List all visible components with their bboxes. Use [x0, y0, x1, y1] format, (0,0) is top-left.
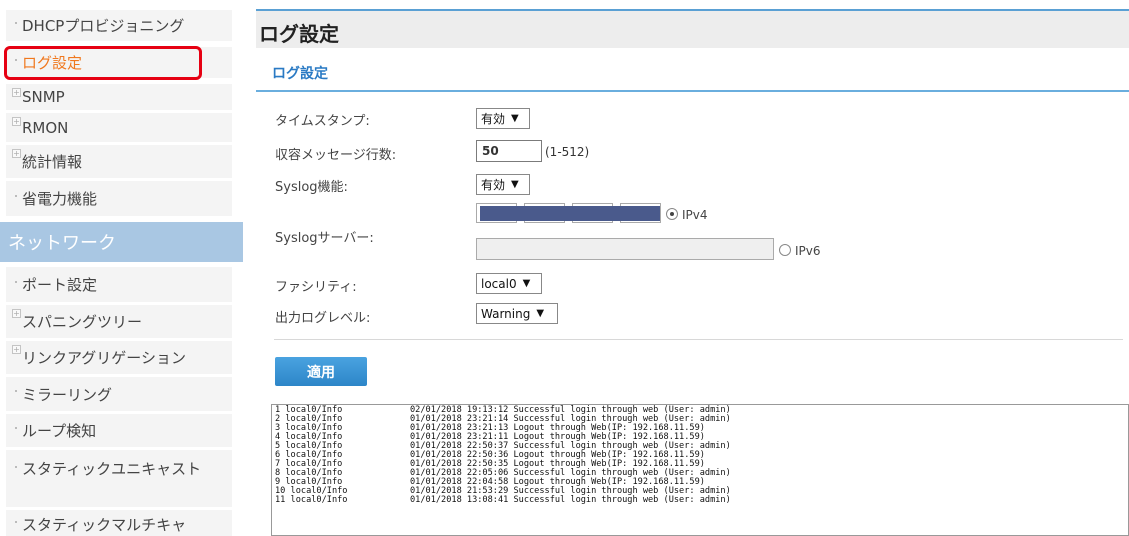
sidebar-section-network[interactable]: ネットワーク [0, 222, 243, 262]
sidebar-item-power-saving[interactable]: 省電力機能 [6, 181, 232, 217]
max-messages-input[interactable]: 50 [476, 140, 542, 162]
sidebar-item-label: SNMP [22, 88, 65, 106]
page-title-bar [256, 11, 1129, 48]
form-divider [274, 339, 1123, 340]
redacted-ip-address [480, 206, 660, 221]
syslog-select-value: 有効 [481, 178, 506, 192]
bullet-icon [15, 280, 17, 283]
log-level-select-value: Warning [481, 306, 531, 321]
sidebar-item-label: ミラーリング [22, 385, 113, 404]
sidebar-item-link-aggregation[interactable]: + リンクアグリゲーション [6, 341, 232, 375]
ipv6-input[interactable] [476, 238, 774, 260]
sidebar-item-label: 統計情報 [22, 153, 83, 171]
facility-label: ファシリティ: [275, 280, 357, 295]
sidebar-item-port-settings[interactable]: ポート設定 [6, 267, 232, 303]
sidebar-item-label: DHCPプロビジョニング [22, 17, 185, 35]
ipv6-radio[interactable] [779, 244, 791, 256]
expand-icon[interactable]: + [12, 117, 21, 126]
sidebar-item-static-unicast[interactable]: スタティックユニキャスト [6, 450, 232, 508]
sidebar-item-statistics[interactable]: + 統計情報 [6, 145, 232, 179]
sidebar-item-dhcp-provisioning[interactable]: DHCPプロビジョニング [6, 10, 232, 42]
sidebar-item-static-multicast[interactable]: スタティックマルチキャ [6, 510, 232, 536]
ipv4-radio[interactable] [666, 208, 678, 220]
bullet-icon [15, 426, 17, 429]
sidebar-item-label: 省電力機能 [22, 190, 98, 208]
expand-icon[interactable]: + [12, 149, 21, 158]
sidebar-item-mirroring[interactable]: ミラーリング [6, 377, 232, 412]
bullet-icon [15, 194, 17, 197]
sidebar-item-label: ループ検知 [22, 422, 97, 440]
bullet-icon [15, 390, 17, 392]
log-line: 11 local0/Info 01/01/2018 13:08:41 Succes… [275, 495, 731, 505]
dropdown-arrow-icon: ▼ [522, 278, 531, 289]
timestamp-select[interactable]: 有効 ▼ [476, 108, 530, 129]
syslog-server-label: Syslogサーバー: [275, 231, 374, 246]
facility-select-value: local0 [481, 276, 517, 291]
expand-icon[interactable]: + [12, 88, 21, 97]
bullet-icon [15, 520, 17, 523]
syslog-select[interactable]: 有効 ▼ [476, 174, 530, 195]
timestamp-label: タイムスタンプ: [275, 114, 370, 129]
log-level-select[interactable]: Warning ▼ [476, 303, 558, 324]
sidebar-item-rmon[interactable]: + RMON [6, 113, 232, 143]
section-title: ログ設定 [272, 66, 328, 82]
facility-select[interactable]: local0 ▼ [476, 273, 542, 294]
sidebar-item-label: スパニングツリー [22, 313, 143, 331]
bullet-icon [15, 21, 17, 24]
sidebar-item-spanning-tree[interactable]: + スパニングツリー [6, 305, 232, 339]
sidebar-item-label: RMON [22, 118, 69, 137]
highlight-box [4, 46, 202, 80]
apply-button[interactable]: 適用 [275, 357, 367, 386]
ipv4-radio-label: IPv4 [682, 208, 708, 222]
log-level-label: 出力ログレベル: [275, 311, 371, 326]
expand-icon[interactable]: + [12, 309, 21, 318]
dropdown-arrow-icon: ▼ [536, 308, 545, 319]
sidebar-item-label: スタティックユニキャスト [22, 460, 202, 478]
expand-icon[interactable]: + [12, 345, 21, 354]
sidebar-item-label: リンクアグリゲーション [22, 349, 186, 367]
section-divider [256, 90, 1129, 92]
page-title: ログ設定 [259, 22, 339, 46]
ipv6-radio-label: IPv6 [795, 244, 821, 258]
dropdown-arrow-icon: ▼ [511, 113, 519, 124]
max-messages-range: (1-512) [545, 145, 590, 159]
dropdown-arrow-icon: ▼ [511, 179, 519, 190]
syslog-label: Syslog機能: [275, 180, 348, 195]
sidebar: DHCPプロビジョニング ログ設定 + SNMP + RMON + 統計情報 省… [0, 0, 243, 536]
sidebar-item-label: スタティックマルチキャ [22, 516, 187, 534]
sidebar-item-snmp[interactable]: + SNMP [6, 84, 232, 111]
timestamp-select-value: 有効 [481, 112, 506, 126]
bullet-icon [15, 466, 17, 468]
sidebar-item-label: ポート設定 [22, 276, 98, 294]
log-textarea[interactable]: 1 local0/Info 02/01/2018 19:13:12 Success… [271, 404, 1129, 536]
max-messages-label: 収容メッセージ行数: [275, 148, 397, 163]
sidebar-item-loop-detection[interactable]: ループ検知 [6, 414, 232, 448]
